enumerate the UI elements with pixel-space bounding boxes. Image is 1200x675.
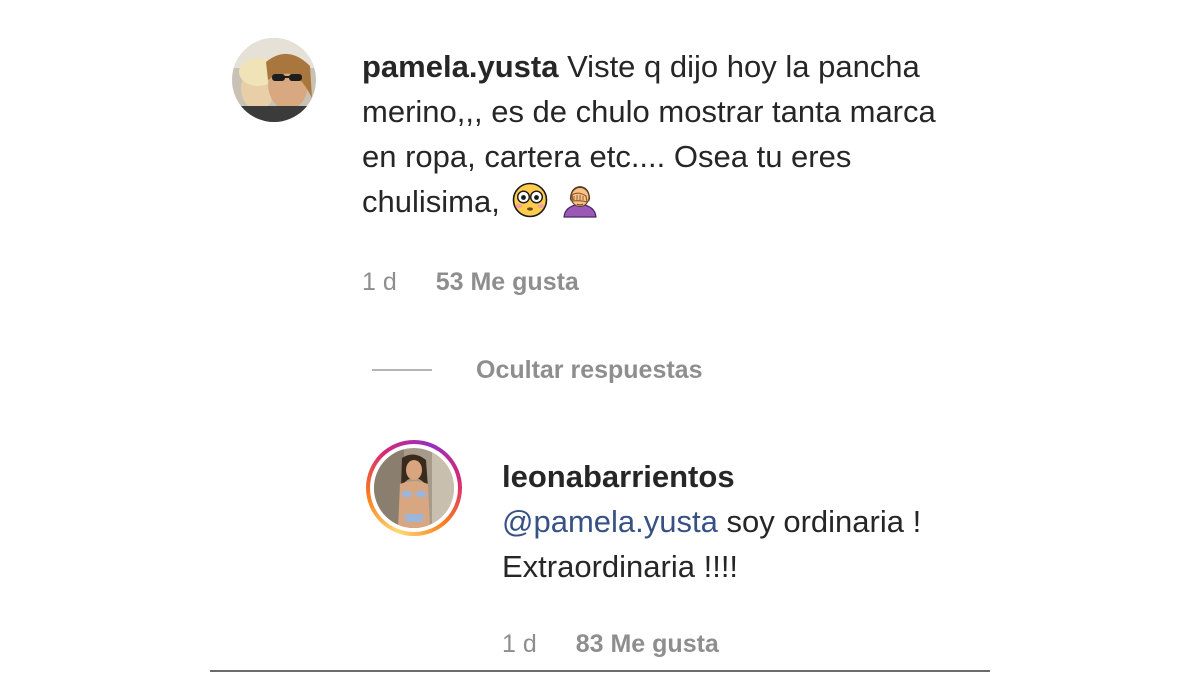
comments-thread: pamela.yusta Viste q dijo hoy la pancha … (0, 0, 1200, 675)
reply-avatar[interactable] (374, 448, 454, 528)
reply-meta: 1 d 83 Me gusta (502, 630, 719, 659)
comment-timestamp[interactable]: 1 d (362, 268, 397, 296)
bottom-divider (210, 670, 990, 672)
avatar[interactable] (232, 38, 316, 122)
story-ring[interactable] (366, 440, 462, 536)
person-facepalming-icon (561, 182, 599, 230)
reply-likes-count[interactable]: 83 Me gusta (576, 630, 719, 658)
comment-meta: 1 d 53 Me gusta (362, 268, 579, 297)
flushed-face-icon (512, 182, 548, 230)
mention-link[interactable]: @pamela.yusta (502, 504, 718, 539)
hide-replies-label: Ocultar respuestas (476, 355, 703, 384)
replies-divider-line (372, 369, 432, 371)
reply-avatar-photo (374, 448, 454, 528)
comment-username[interactable]: pamela.yusta (362, 49, 558, 84)
comment-body: pamela.yusta Viste q dijo hoy la pancha … (362, 44, 972, 230)
reply-timestamp[interactable]: 1 d (502, 630, 537, 658)
reply-body: leonabarrientos @pamela.yusta soy ordina… (502, 454, 982, 589)
avatar-photo (232, 38, 316, 122)
comment-likes-count[interactable]: 53 Me gusta (436, 268, 579, 296)
hide-replies-button[interactable]: Ocultar respuestas (372, 352, 703, 388)
reply-username[interactable]: leonabarrientos (502, 454, 982, 499)
